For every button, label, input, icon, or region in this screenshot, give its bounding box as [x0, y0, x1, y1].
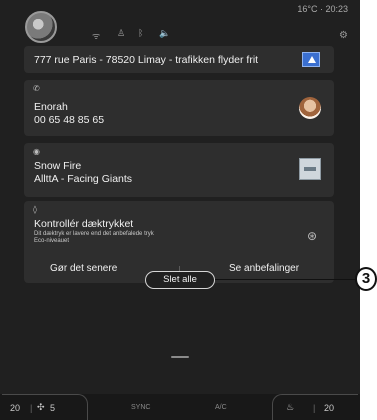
- tire-message-line2: Eco-niveauet: [34, 238, 70, 244]
- recommendations-button[interactable]: Se anbefalinger: [229, 263, 299, 274]
- tire-pressure-icon: ◊: [33, 205, 37, 214]
- drawer-handle[interactable]: [171, 356, 189, 358]
- right-temperature[interactable]: 20: [324, 403, 334, 413]
- music-icon: ◉: [33, 147, 40, 156]
- fan-level[interactable]: 5: [50, 403, 55, 413]
- caller-number: 00 65 48 85 65: [34, 114, 105, 126]
- tire-warning-icon: ⊛: [306, 229, 317, 243]
- navigation-notification[interactable]: 777 rue Paris - 78520 Limay - trafikken …: [24, 46, 334, 73]
- track-artist: AllttA - Facing Giants: [34, 173, 133, 185]
- left-temperature[interactable]: 20: [10, 403, 20, 413]
- navigation-arrow-icon: [302, 52, 320, 67]
- ac-button[interactable]: A/C: [215, 404, 227, 411]
- album-art: [299, 158, 321, 180]
- track-title: Snow Fire: [34, 160, 82, 172]
- phone-icon: ✆: [33, 84, 40, 93]
- tire-message-line1: Dit dæktryk er lavere end det anbefalede…: [34, 231, 154, 237]
- contact-photo: [299, 97, 321, 119]
- call-notification[interactable]: ✆ Enorah 00 65 48 85 65: [24, 80, 334, 136]
- gear-icon[interactable]: ⚙: [339, 30, 348, 41]
- sync-button[interactable]: SYNC: [131, 404, 150, 411]
- bluetooth-icon: ᛒ: [138, 29, 144, 39]
- separator-left: |: [30, 403, 33, 413]
- person-icon: ♙: [117, 29, 126, 39]
- seat-heat-icon[interactable]: ♨: [286, 403, 294, 413]
- caller-name: Enorah: [34, 101, 68, 113]
- fan-icon[interactable]: ✣: [37, 403, 45, 413]
- later-button[interactable]: Gør det senere: [50, 263, 117, 274]
- navigation-text: 777 rue Paris - 78520 Limay - trafikken …: [34, 54, 259, 66]
- user-avatar[interactable]: [25, 11, 57, 43]
- status-bar: ᯤ ♙ ᛒ 🔈 16°C · 20:23 ⚙: [0, 0, 360, 44]
- climate-bar: 20 | ✣ 5 SYNC A/C ♨ | 20: [0, 394, 360, 420]
- tire-title: Kontrollér dæktrykket: [34, 218, 134, 230]
- callout-line: [215, 279, 355, 280]
- callout-number: 3: [355, 267, 377, 291]
- temperature-time: 16°C · 20:23: [297, 4, 348, 14]
- wifi-icon: ᯤ: [92, 32, 101, 42]
- delete-all-button[interactable]: Slet alle: [145, 271, 215, 289]
- music-notification[interactable]: ◉ Snow Fire AllttA - Facing Giants: [24, 143, 334, 197]
- volume-icon: 🔈: [159, 29, 171, 39]
- separator-right: |: [313, 403, 316, 413]
- infotainment-screen: ᯤ ♙ ᛒ 🔈 16°C · 20:23 ⚙ 777 rue Paris - 7…: [0, 0, 360, 420]
